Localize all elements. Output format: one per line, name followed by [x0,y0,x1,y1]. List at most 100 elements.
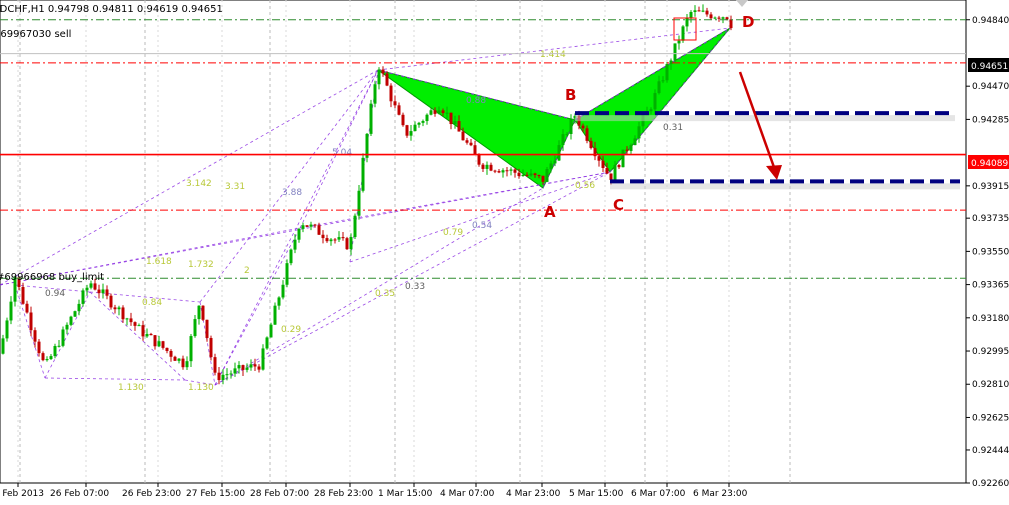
time-tick-label: 28 Feb 07:00 [250,489,309,499]
candle-body [713,17,717,19]
symbol-info: USDCHF,H1 0.94798 0.94811 0.94619 0.9465… [0,4,223,15]
candle-body [673,43,677,61]
candle-body [701,10,705,12]
time-tick-label: 28 Feb 23:00 [314,489,373,499]
candle-body [305,225,309,227]
price-tick-label: 0.94470 [972,82,1009,92]
candle-body [337,237,341,240]
candle-body [233,368,237,374]
candle-body [341,237,345,239]
candle-body [437,110,441,114]
candle-body [485,164,489,169]
candle-body [357,190,361,216]
candle-body [537,175,541,177]
candle-body [189,336,193,362]
candle-body [421,121,425,123]
current-price-tag: 0.94651 [968,58,1009,72]
candle-body [389,85,393,102]
candle-body [25,303,29,313]
candle-body [21,287,25,304]
candle-body [253,364,257,367]
time-axis[interactable]: 26 Feb 2013 26 Feb 07:00 26 Feb 23:00 27 Fe… [0,483,748,499]
candle-body [193,319,197,337]
candle-body [345,238,349,250]
candle-body [481,164,485,169]
candle-body [657,81,661,94]
candle-body [397,105,401,115]
candle-body [141,325,145,337]
price-tick-label: 0.93915 [972,182,1009,192]
candle-body [101,289,105,294]
price-tick-label: 0.92625 [972,413,1009,423]
candle-body [721,17,725,19]
candle-body [557,145,561,161]
candle-body [41,353,45,361]
candle-body [661,80,665,82]
candle-body [693,10,697,12]
candle-body [457,121,461,132]
candle-body [585,128,589,141]
candle-body [249,364,253,368]
candle-body [9,301,13,321]
candle-body [69,316,73,325]
candle-body [709,14,713,19]
candle-body [669,60,673,65]
candle-body [677,40,681,44]
candle-body [301,225,305,229]
candle-body [517,172,521,177]
candle-body [49,356,53,360]
price-tick-label: 0.92995 [972,347,1009,357]
highlight-price-tag: 0.94089 [968,155,1009,169]
candle-body [65,324,69,330]
buy-order-label[interactable]: #69966968 buy_limit [0,272,104,283]
candle-body [725,17,729,20]
candle-body [493,170,497,172]
candle-body [529,173,533,176]
sell-order-label[interactable]: #69967030 sell [0,29,71,40]
candle-body [589,140,593,149]
current-price: 0.94651 [971,62,1008,72]
candle-body [681,26,685,41]
candle-body [257,366,261,370]
fib-ratio-label: 0.94 [45,289,65,299]
candle-body [625,149,629,151]
candle-body [441,110,445,114]
candle-body [185,361,189,368]
candle-body [689,11,693,18]
candle-body [685,17,689,27]
candle-body [729,19,733,29]
candle-body [697,10,701,12]
candle-body [461,131,465,141]
candle-body [433,110,437,114]
chart-window[interactable]: 1.414 0.88 0.31 5.04 3.31 3.88 3.142 1.618 1.732… [0,0,1009,501]
price-tick-label: 0.93550 [972,247,1009,257]
candle-body [561,134,565,146]
price-chart[interactable]: 1.414 0.88 0.31 5.04 3.31 3.88 3.142 1.618 1.732… [0,0,1009,501]
price-axis[interactable]: 0.94840 0.94470 0.94285 0.93915 0.93735 0.935… [966,16,1009,489]
candle-body [617,165,621,168]
price-tick-label: 0.94840 [972,16,1009,26]
candle-body [329,239,333,242]
fib-ratio-label: 0.31 [663,123,683,133]
candle-body [293,239,297,250]
candle-body [629,145,633,151]
time-tick-label: 1 Mar 15:00 [378,489,433,499]
candle-body [393,101,397,106]
price-tick-label: 0.92260 [972,479,1009,489]
fib-ratio-label: 0.33 [405,282,425,292]
candle-body [601,160,605,168]
candle-body [333,239,337,241]
candle-body [717,17,721,19]
candle-body [473,145,477,155]
candle-body [469,142,473,146]
candle-body [53,345,57,357]
candle-body [269,324,273,338]
candle-body [209,337,213,358]
fib-ratio-label: 0.54 [472,221,492,231]
candle-body [61,329,65,346]
time-tick-label: 27 Feb 15:00 [186,489,245,499]
fib-ratio-label: 0.56 [575,181,595,191]
candle-body [273,305,277,325]
candle-body [377,69,381,85]
candle-body [221,374,225,381]
